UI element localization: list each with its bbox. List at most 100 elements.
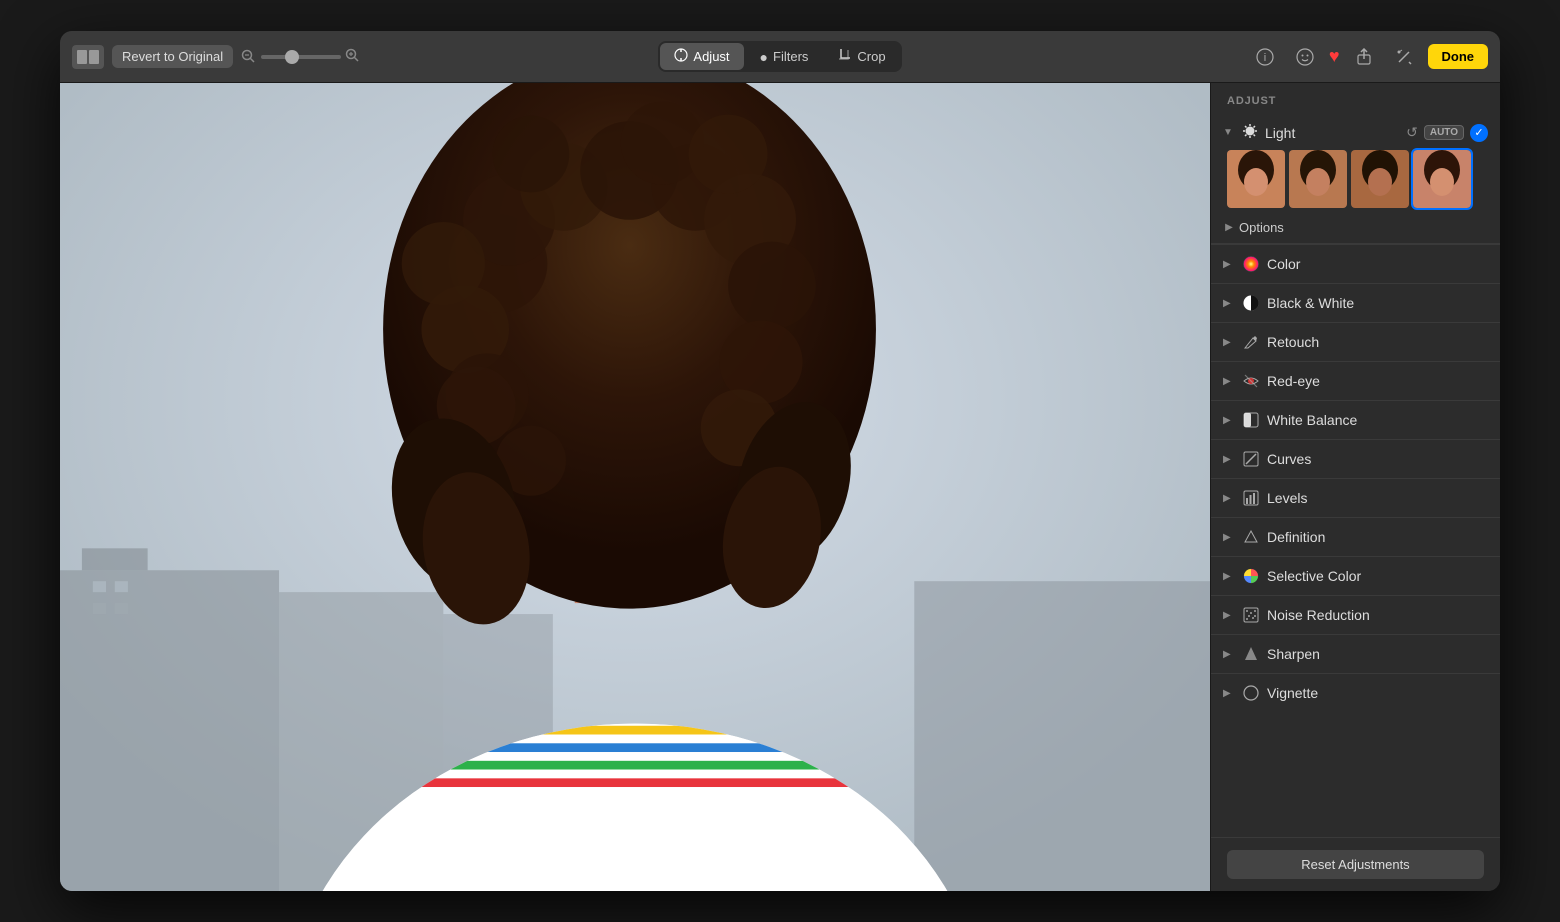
retouch-label: Retouch bbox=[1267, 334, 1488, 350]
curves-icon bbox=[1241, 449, 1261, 469]
zoom-in-icon bbox=[345, 48, 359, 65]
mac-window: Revert to Original bbox=[60, 31, 1500, 891]
toolbar: Revert to Original bbox=[60, 31, 1500, 83]
zoom-thumb[interactable] bbox=[285, 50, 299, 64]
panel-title: ADJUST bbox=[1211, 83, 1500, 115]
share-button[interactable] bbox=[1348, 41, 1380, 73]
vignette-icon bbox=[1241, 683, 1261, 703]
vignette-chevron bbox=[1223, 688, 1235, 699]
noise-chevron bbox=[1223, 610, 1235, 621]
options-chevron bbox=[1223, 222, 1235, 233]
light-chevron bbox=[1223, 127, 1235, 138]
reset-container: Reset Adjustments bbox=[1211, 837, 1500, 891]
selcolor-chevron bbox=[1223, 571, 1235, 582]
retouch-section[interactable]: Retouch bbox=[1211, 322, 1500, 361]
tab-crop[interactable]: Crop bbox=[824, 43, 899, 70]
selcolor-icon bbox=[1241, 566, 1261, 586]
toolbar-center: Adjust ● Filters Crop bbox=[658, 41, 901, 72]
levels-chevron bbox=[1223, 493, 1235, 504]
zoom-control bbox=[241, 48, 359, 65]
adjust-panel: ADJUST Light ↺ AUTO ✓ bbox=[1210, 83, 1500, 891]
info-button[interactable]: i bbox=[1249, 41, 1281, 73]
tab-group: Adjust ● Filters Crop bbox=[658, 41, 901, 72]
favorite-button[interactable]: ♥ bbox=[1329, 46, 1340, 67]
done-button[interactable]: Done bbox=[1428, 44, 1489, 69]
tab-adjust[interactable]: Adjust bbox=[660, 43, 743, 70]
bw-icon bbox=[1241, 293, 1261, 313]
light-auto-badge: AUTO bbox=[1424, 125, 1464, 140]
definition-icon bbox=[1241, 527, 1261, 547]
sharpen-section[interactable]: Sharpen bbox=[1211, 634, 1500, 673]
color-section[interactable]: Color bbox=[1211, 244, 1500, 283]
sharpen-label: Sharpen bbox=[1267, 646, 1488, 662]
bw-section[interactable]: Black & White bbox=[1211, 283, 1500, 322]
options-label: Options bbox=[1239, 220, 1284, 235]
magic-button[interactable] bbox=[1388, 41, 1420, 73]
vignette-section[interactable]: Vignette bbox=[1211, 673, 1500, 712]
crop-icon bbox=[838, 48, 852, 65]
definition-label: Definition bbox=[1267, 529, 1488, 545]
noise-label: Noise Reduction bbox=[1267, 607, 1488, 623]
levels-icon bbox=[1241, 488, 1261, 508]
split-view-icon-right bbox=[89, 50, 99, 64]
sharpen-icon bbox=[1241, 644, 1261, 664]
revert-button[interactable]: Revert to Original bbox=[112, 45, 233, 68]
photo-svg bbox=[60, 83, 1210, 891]
color-chevron bbox=[1223, 259, 1235, 270]
wb-label: White Balance bbox=[1267, 412, 1488, 428]
redeye-section[interactable]: Red-eye bbox=[1211, 361, 1500, 400]
zoom-slider[interactable] bbox=[261, 55, 341, 59]
light-thumb-4[interactable] bbox=[1413, 150, 1471, 208]
light-section-header[interactable]: Light ↺ AUTO ✓ bbox=[1211, 115, 1500, 146]
light-icon bbox=[1241, 123, 1259, 142]
levels-section[interactable]: Levels bbox=[1211, 478, 1500, 517]
tab-filters-label: Filters bbox=[773, 49, 808, 64]
light-section: Light ↺ AUTO ✓ bbox=[1211, 115, 1500, 244]
toolbar-right: i ♥ Done bbox=[910, 41, 1488, 73]
wb-chevron bbox=[1223, 415, 1235, 426]
retouch-icon bbox=[1241, 332, 1261, 352]
split-view-icon-left bbox=[77, 50, 87, 64]
sharpen-chevron bbox=[1223, 649, 1235, 660]
split-view-button[interactable] bbox=[72, 45, 104, 69]
main-content: ADJUST Light ↺ AUTO ✓ bbox=[60, 83, 1500, 891]
curves-label: Curves bbox=[1267, 451, 1488, 467]
light-options-button[interactable]: Options bbox=[1223, 220, 1284, 235]
definition-section[interactable]: Definition bbox=[1211, 517, 1500, 556]
selcolor-label: Selective Color bbox=[1267, 568, 1488, 584]
light-undo-button[interactable]: ↺ bbox=[1406, 124, 1418, 141]
tab-crop-label: Crop bbox=[857, 49, 885, 64]
vignette-label: Vignette bbox=[1267, 685, 1488, 701]
light-controls: ↺ AUTO ✓ bbox=[1406, 124, 1488, 142]
curves-chevron bbox=[1223, 454, 1235, 465]
light-thumb-3[interactable] bbox=[1351, 150, 1409, 208]
whitebalance-section[interactable]: White Balance bbox=[1211, 400, 1500, 439]
noise-section[interactable]: Noise Reduction bbox=[1211, 595, 1500, 634]
bw-label: Black & White bbox=[1267, 295, 1488, 311]
light-options-row: Options bbox=[1211, 216, 1500, 243]
toolbar-left: Revert to Original bbox=[72, 45, 650, 69]
light-thumb-1[interactable] bbox=[1227, 150, 1285, 208]
selective-color-section[interactable]: Selective Color bbox=[1211, 556, 1500, 595]
color-label: Color bbox=[1267, 256, 1488, 272]
redeye-icon bbox=[1241, 371, 1261, 391]
faces-button[interactable] bbox=[1289, 41, 1321, 73]
filters-icon: ● bbox=[760, 49, 768, 65]
svg-text:i: i bbox=[1264, 52, 1266, 64]
color-icon bbox=[1241, 254, 1261, 274]
light-thumbnails bbox=[1211, 146, 1500, 216]
light-label: Light bbox=[1265, 125, 1400, 141]
zoom-out-icon bbox=[241, 49, 257, 65]
light-enabled-check: ✓ bbox=[1470, 124, 1488, 142]
tab-adjust-label: Adjust bbox=[693, 49, 729, 64]
wb-icon bbox=[1241, 410, 1261, 430]
noise-icon bbox=[1241, 605, 1261, 625]
curves-section[interactable]: Curves bbox=[1211, 439, 1500, 478]
levels-label: Levels bbox=[1267, 490, 1488, 506]
reset-adjustments-button[interactable]: Reset Adjustments bbox=[1227, 850, 1484, 879]
light-thumb-2[interactable] bbox=[1289, 150, 1347, 208]
retouch-chevron bbox=[1223, 337, 1235, 348]
tab-filters[interactable]: ● Filters bbox=[746, 43, 823, 70]
photo-area bbox=[60, 83, 1210, 891]
photo-container bbox=[60, 83, 1210, 891]
